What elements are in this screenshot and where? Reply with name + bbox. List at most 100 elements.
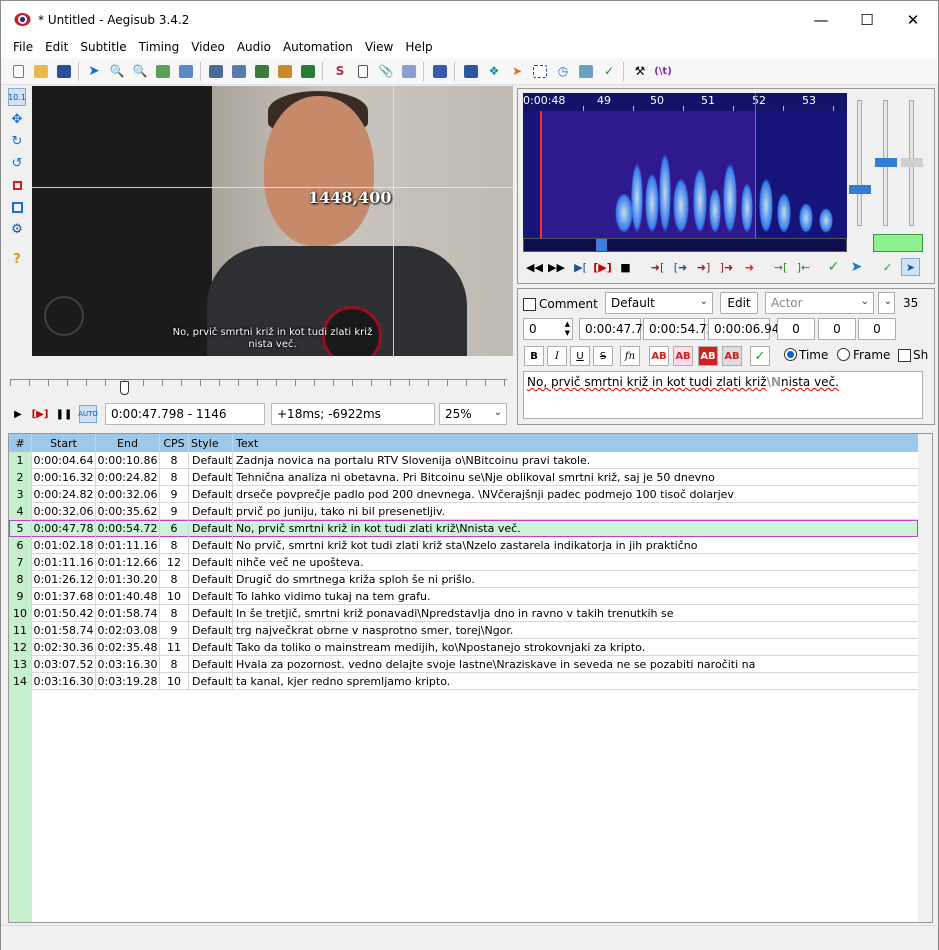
- table-row[interactable]: 7 0:01:11.16 0:01:12.66 12 Default nihče več …: [9, 554, 918, 571]
- table-row[interactable]: 9 0:01:37.68 0:01:40.48 10 Default To lahko v…: [9, 588, 918, 605]
- help-icon[interactable]: ?: [8, 250, 26, 268]
- close-button[interactable]: ✕: [890, 1, 936, 39]
- auto-next-icon[interactable]: ➤: [901, 258, 920, 276]
- grid-scrollbar[interactable]: [918, 434, 932, 922]
- table-row[interactable]: 10 0:01:50.42 0:01:58.74 8 Default In še tret…: [9, 605, 918, 622]
- strikeout-button[interactable]: S: [593, 346, 613, 366]
- play-selection-icon[interactable]: ▶[: [571, 258, 590, 276]
- menu-file[interactable]: File: [1, 39, 39, 58]
- clip-tool-icon[interactable]: [8, 198, 26, 216]
- vector-clip-icon[interactable]: ⚙: [8, 220, 26, 238]
- play-before-start-icon[interactable]: ➜[: [648, 258, 667, 276]
- header-style[interactable]: Style: [189, 434, 233, 452]
- menu-view[interactable]: View: [359, 39, 399, 58]
- shadow-color-button[interactable]: AB: [722, 346, 742, 366]
- menu-audio[interactable]: Audio: [231, 39, 277, 58]
- comment-checkbox[interactable]: [523, 298, 536, 311]
- header-text[interactable]: Text: [233, 434, 918, 452]
- primary-color-button[interactable]: AB: [649, 346, 669, 366]
- kanji-timer-icon[interactable]: [577, 62, 595, 80]
- bold-button[interactable]: B: [524, 346, 544, 366]
- margin-left-field[interactable]: 0: [777, 318, 815, 340]
- scale-tool-icon[interactable]: [8, 176, 26, 194]
- snap-start-icon[interactable]: [154, 62, 172, 80]
- play-after-end-icon[interactable]: ]➜: [717, 258, 736, 276]
- layer-spin[interactable]: 0 ▲ ▼: [523, 318, 573, 340]
- style-combo[interactable]: Default ⌄: [605, 292, 713, 314]
- audio-spectrogram[interactable]: 0:00:48 49 50 51 52 53: [523, 93, 847, 238]
- snap-to-keyframe-start-icon[interactable]: →[: [771, 258, 790, 276]
- commit-icon[interactable]: ✓: [824, 258, 843, 276]
- secondary-color-button[interactable]: AB: [673, 346, 693, 366]
- effect-dropdown[interactable]: ⌄: [878, 292, 895, 314]
- video-offset-field[interactable]: +18ms; -6922ms: [271, 403, 435, 425]
- film-icon[interactable]: [276, 62, 294, 80]
- zoom-slider-thumb[interactable]: [849, 185, 871, 194]
- timecodes-icon[interactable]: [299, 62, 317, 80]
- clock-icon[interactable]: ◷: [554, 62, 572, 80]
- pause-icon[interactable]: ❚❚: [55, 405, 73, 423]
- snap-to-keyframe-end-icon[interactable]: ]←: [794, 258, 813, 276]
- audio-scroll-thumb[interactable]: [596, 239, 607, 251]
- timing-post-icon[interactable]: ➤: [508, 62, 526, 80]
- fonts-collector-icon[interactable]: [400, 62, 418, 80]
- video-display[interactable]: 1448,400 No, prvič smrtni križ in kot tu…: [32, 86, 513, 356]
- margin-right-field[interactable]: 0: [818, 318, 856, 340]
- autoscroll-icon[interactable]: AUTO: [78, 405, 98, 423]
- maximize-button[interactable]: ☐: [844, 1, 890, 39]
- next-line-icon[interactable]: ▶▶: [547, 258, 566, 276]
- zoom-in-icon[interactable]: 🔍: [108, 62, 126, 80]
- font-button[interactable]: fn: [620, 346, 640, 366]
- table-row[interactable]: 5 0:00:47.78 0:00:54.72 6 Default No, prvič s…: [9, 520, 918, 537]
- hotkeys-icon[interactable]: (\t): [654, 62, 672, 80]
- header-number[interactable]: #: [9, 434, 32, 452]
- play-icon[interactable]: ▶: [9, 405, 27, 423]
- vertical-zoom-thumb[interactable]: [901, 158, 923, 167]
- header-end[interactable]: End: [96, 434, 160, 452]
- go-to-next-icon[interactable]: ➤: [847, 258, 866, 276]
- resample-icon[interactable]: [462, 62, 480, 80]
- line-end-marker[interactable]: [755, 93, 756, 238]
- automation-icon[interactable]: S: [331, 62, 349, 80]
- start-time-field[interactable]: 0:00:47.78: [579, 318, 650, 340]
- menu-help[interactable]: Help: [399, 39, 438, 58]
- table-row[interactable]: 6 0:01:02.18 0:01:11.16 8 Default No prvič, s…: [9, 537, 918, 554]
- audio-scrollbar[interactable]: [523, 238, 847, 252]
- open-file-icon[interactable]: [32, 62, 50, 80]
- styles-manager-icon[interactable]: [431, 62, 449, 80]
- zoom-combo[interactable]: 25% ⌄: [439, 403, 507, 425]
- table-row[interactable]: 2 0:00:16.32 0:00:24.82 8 Default Tehnična an…: [9, 469, 918, 486]
- drag-tool-icon[interactable]: ✥: [8, 110, 26, 128]
- minimize-button[interactable]: —: [798, 1, 844, 39]
- table-row[interactable]: 1 0:00:04.64 0:00:10.86 8 Default Zadnja novi…: [9, 452, 918, 469]
- table-row[interactable]: 14 0:03:16.30 0:03:19.28 10 Default ta kanal,…: [9, 673, 918, 690]
- table-row[interactable]: 8 0:01:26.12 0:01:30.20 8 Default Drugič do s…: [9, 571, 918, 588]
- previous-line-icon[interactable]: ◀◀: [525, 258, 544, 276]
- time-radio[interactable]: [784, 348, 797, 361]
- select-lines-icon[interactable]: [531, 62, 549, 80]
- table-row[interactable]: 3 0:00:24.82 0:00:32.06 9 Default drseče povp…: [9, 486, 918, 503]
- save-file-icon[interactable]: [55, 62, 73, 80]
- underline-button[interactable]: U: [570, 346, 590, 366]
- link-sliders-toggle[interactable]: [873, 234, 923, 252]
- table-row[interactable]: 12 0:02:30.36 0:02:35.48 11 Default Tako da t…: [9, 639, 918, 656]
- zoom-out-icon[interactable]: 🔍: [131, 62, 149, 80]
- snap-end-icon[interactable]: [177, 62, 195, 80]
- commit-check-icon[interactable]: ✓: [750, 346, 770, 366]
- play-before-end-icon[interactable]: ➜]: [694, 258, 713, 276]
- subtitle-text-editor[interactable]: No, prvič smrtni križ in kot tudi zlati …: [523, 371, 923, 419]
- end-time-field[interactable]: 0:00:54.72: [643, 318, 714, 340]
- volume-slider-thumb[interactable]: [875, 158, 897, 167]
- translation-icon[interactable]: ❖: [485, 62, 503, 80]
- line-start-marker[interactable]: [540, 111, 542, 238]
- auto-commit-icon[interactable]: ✓: [878, 258, 897, 276]
- standard-tool-icon[interactable]: 10.1: [8, 88, 26, 106]
- frame-radio[interactable]: [837, 348, 850, 361]
- attachments-icon[interactable]: 📎: [377, 62, 395, 80]
- table-row[interactable]: 11 0:01:58.74 0:02:03.08 9 Default trg največ…: [9, 622, 918, 639]
- properties-icon[interactable]: [354, 62, 372, 80]
- menu-automation[interactable]: Automation: [277, 39, 359, 58]
- video-close-icon[interactable]: [230, 62, 248, 80]
- spin-arrows-icon[interactable]: ▲ ▼: [565, 320, 570, 338]
- play-line-icon[interactable]: [▶]: [31, 405, 49, 423]
